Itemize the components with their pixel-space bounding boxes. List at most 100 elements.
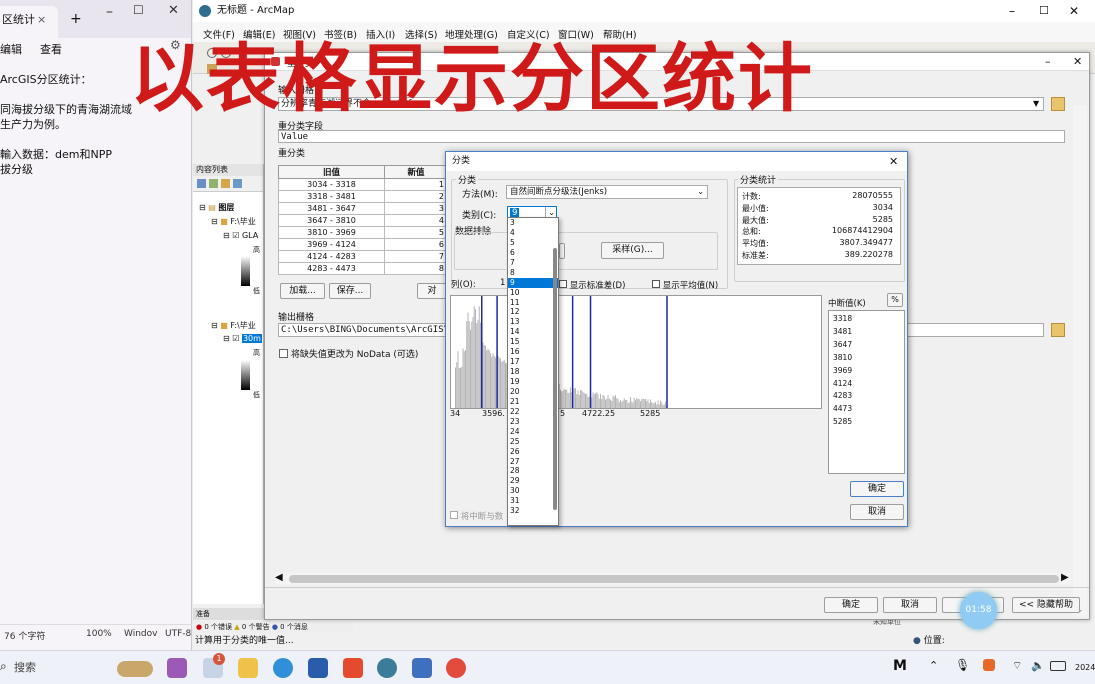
- dropdown-option[interactable]: 25: [508, 437, 558, 447]
- chevron-right-icon[interactable]: ▶: [1061, 572, 1069, 583]
- file-explorer-icon[interactable]: [238, 658, 258, 678]
- new-value[interactable]: 3: [385, 203, 448, 215]
- dropdown-option[interactable]: 6: [508, 248, 558, 258]
- break-value[interactable]: 4283: [833, 390, 904, 403]
- break-values-list[interactable]: 3318 3481 3647 3810 3969 4124 4283 4473 …: [828, 310, 905, 474]
- break-value[interactable]: 3810: [833, 352, 904, 365]
- cancel-button[interactable]: 取消: [883, 597, 937, 613]
- dropdown-option[interactable]: 13: [508, 317, 558, 327]
- dropdown-option[interactable]: 3: [508, 218, 558, 228]
- dropdown-option[interactable]: 7: [508, 258, 558, 268]
- table-row[interactable]: 4124 - 4283 7: [279, 251, 448, 263]
- dropdown-option[interactable]: 28: [508, 466, 558, 476]
- notepad-tab[interactable]: 区统计 ×: [0, 6, 58, 38]
- minimize-icon[interactable]: –: [1009, 0, 1015, 22]
- dropdown-option[interactable]: 16: [508, 347, 558, 357]
- break-value[interactable]: 5285: [833, 416, 904, 429]
- table-row[interactable]: 3034 - 3318 1: [279, 179, 448, 191]
- classes-dropdown-list[interactable]: 3 4 5 6 7 8 9 10 11 12 13 14 15 16 17 18 19 20 21 22 23 24 25 2…: [507, 217, 559, 526]
- break-value[interactable]: 3318: [833, 313, 904, 326]
- percent-button[interactable]: %: [887, 293, 903, 307]
- reclass-field-select[interactable]: Value: [278, 130, 1065, 143]
- list-by-source-icon[interactable]: [209, 179, 218, 188]
- chevron-left-icon[interactable]: ◀: [275, 572, 283, 583]
- dropdown-option[interactable]: 8: [508, 268, 558, 278]
- chevron-up-icon[interactable]: ⌃: [929, 659, 938, 672]
- cancel-button[interactable]: 取消: [850, 504, 904, 520]
- scroll-thumb[interactable]: [289, 575, 1059, 583]
- dropdown-option[interactable]: 9: [508, 278, 558, 288]
- list-by-visibility-icon[interactable]: [221, 179, 230, 188]
- netease-music-icon[interactable]: [446, 658, 466, 678]
- dropdown-option[interactable]: 5: [508, 238, 558, 248]
- nodata-checkbox[interactable]: 将缺失值更改为 NoData (可选): [279, 347, 418, 360]
- dropdown-option[interactable]: 11: [508, 298, 558, 308]
- columns-value[interactable]: 1: [500, 278, 505, 288]
- table-row[interactable]: 3647 - 3810 4: [279, 215, 448, 227]
- word-icon[interactable]: [308, 658, 328, 678]
- wifi-icon[interactable]: ⌔: [1012, 659, 1022, 673]
- show-mean-checkbox[interactable]: 显示平均值(N): [652, 279, 718, 291]
- new-value[interactable]: 4: [385, 215, 448, 227]
- list-by-selection-icon[interactable]: [233, 179, 242, 188]
- ok-button[interactable]: 确定: [824, 597, 878, 613]
- microphone-icon[interactable]: 🎙: [955, 658, 970, 672]
- table-row[interactable]: 4283 - 4473 8: [279, 263, 448, 275]
- minimize-icon[interactable]: –: [106, 4, 113, 20]
- horizontal-scrollbar[interactable]: ◀ ▶: [275, 573, 1071, 585]
- folder-icon[interactable]: [1051, 97, 1065, 111]
- toc-layer-selected[interactable]: ⊟ ☑ 30m: [223, 334, 262, 343]
- dropdown-option[interactable]: 17: [508, 357, 558, 367]
- method-select[interactable]: 自然间断点分级法(Jenks) ⌄: [506, 185, 708, 199]
- app-icon[interactable]: [167, 658, 187, 678]
- dropdown-option[interactable]: 14: [508, 327, 558, 337]
- search-icon[interactable]: ⌕: [0, 659, 7, 674]
- new-value[interactable]: 8: [385, 263, 448, 275]
- dropdown-option[interactable]: 22: [508, 407, 558, 417]
- exclusion-button[interactable]: [559, 243, 565, 259]
- window-close-icon[interactable]: ✕: [1073, 55, 1082, 68]
- chevron-down-icon[interactable]: ⌄: [697, 186, 704, 198]
- new-value[interactable]: 7: [385, 251, 448, 263]
- dropdown-option[interactable]: 26: [508, 447, 558, 457]
- dropdown-option[interactable]: 12: [508, 307, 558, 317]
- maximize-icon[interactable]: ☐: [1039, 0, 1049, 22]
- window-close-icon[interactable]: ✕: [168, 3, 179, 18]
- timer-badge[interactable]: 01:58: [960, 592, 997, 629]
- menu-view[interactable]: 查看: [40, 41, 62, 57]
- dropdown-option[interactable]: 21: [508, 397, 558, 407]
- dropdown-option[interactable]: 4: [508, 228, 558, 238]
- status-tab-warnings[interactable]: 0 个警告: [242, 623, 270, 631]
- break-value[interactable]: 3481: [833, 326, 904, 339]
- new-value[interactable]: 6: [385, 239, 448, 251]
- hide-help-button[interactable]: << 隐藏帮助: [1012, 597, 1080, 613]
- dropdown-scrollbar[interactable]: [553, 248, 557, 510]
- notepad-icon[interactable]: [412, 658, 432, 678]
- dropdown-option[interactable]: 23: [508, 417, 558, 427]
- save-button[interactable]: 保存...: [329, 283, 371, 299]
- table-row[interactable]: 3481 - 3647 3: [279, 203, 448, 215]
- dropdown-option[interactable]: 27: [508, 457, 558, 467]
- minimize-icon[interactable]: –: [1045, 55, 1051, 68]
- reverse-new-values-button[interactable]: 对: [417, 283, 447, 299]
- close-icon[interactable]: ×: [37, 6, 46, 34]
- show-std-checkbox[interactable]: 显示标准差(D): [559, 279, 625, 291]
- arcmap-icon[interactable]: [377, 658, 397, 678]
- taskbar-search[interactable]: 搜索: [14, 659, 36, 675]
- wps-icon[interactable]: [343, 658, 363, 678]
- sampling-button[interactable]: 采样(G)...: [601, 242, 664, 259]
- dropdown-option[interactable]: 31: [508, 496, 558, 506]
- status-tab-ready[interactable]: 准备: [196, 610, 210, 618]
- ok-button[interactable]: 确定: [850, 481, 904, 497]
- battery-icon[interactable]: [1050, 661, 1066, 671]
- break-value[interactable]: 3969: [833, 365, 904, 378]
- edge-icon[interactable]: [273, 658, 293, 678]
- new-value[interactable]: 2: [385, 191, 448, 203]
- chevron-down-icon[interactable]: ▼: [1033, 99, 1039, 108]
- toc-layer[interactable]: ⊟ ☑ GLA: [223, 231, 258, 240]
- layers-group[interactable]: ⊟ ▤ 图层: [199, 202, 234, 213]
- status-tab-messages[interactable]: 0 个消息: [280, 623, 308, 631]
- tray-app-icon[interactable]: M: [893, 658, 907, 674]
- new-value[interactable]: 5: [385, 227, 448, 239]
- table-row[interactable]: 3810 - 3969 5: [279, 227, 448, 239]
